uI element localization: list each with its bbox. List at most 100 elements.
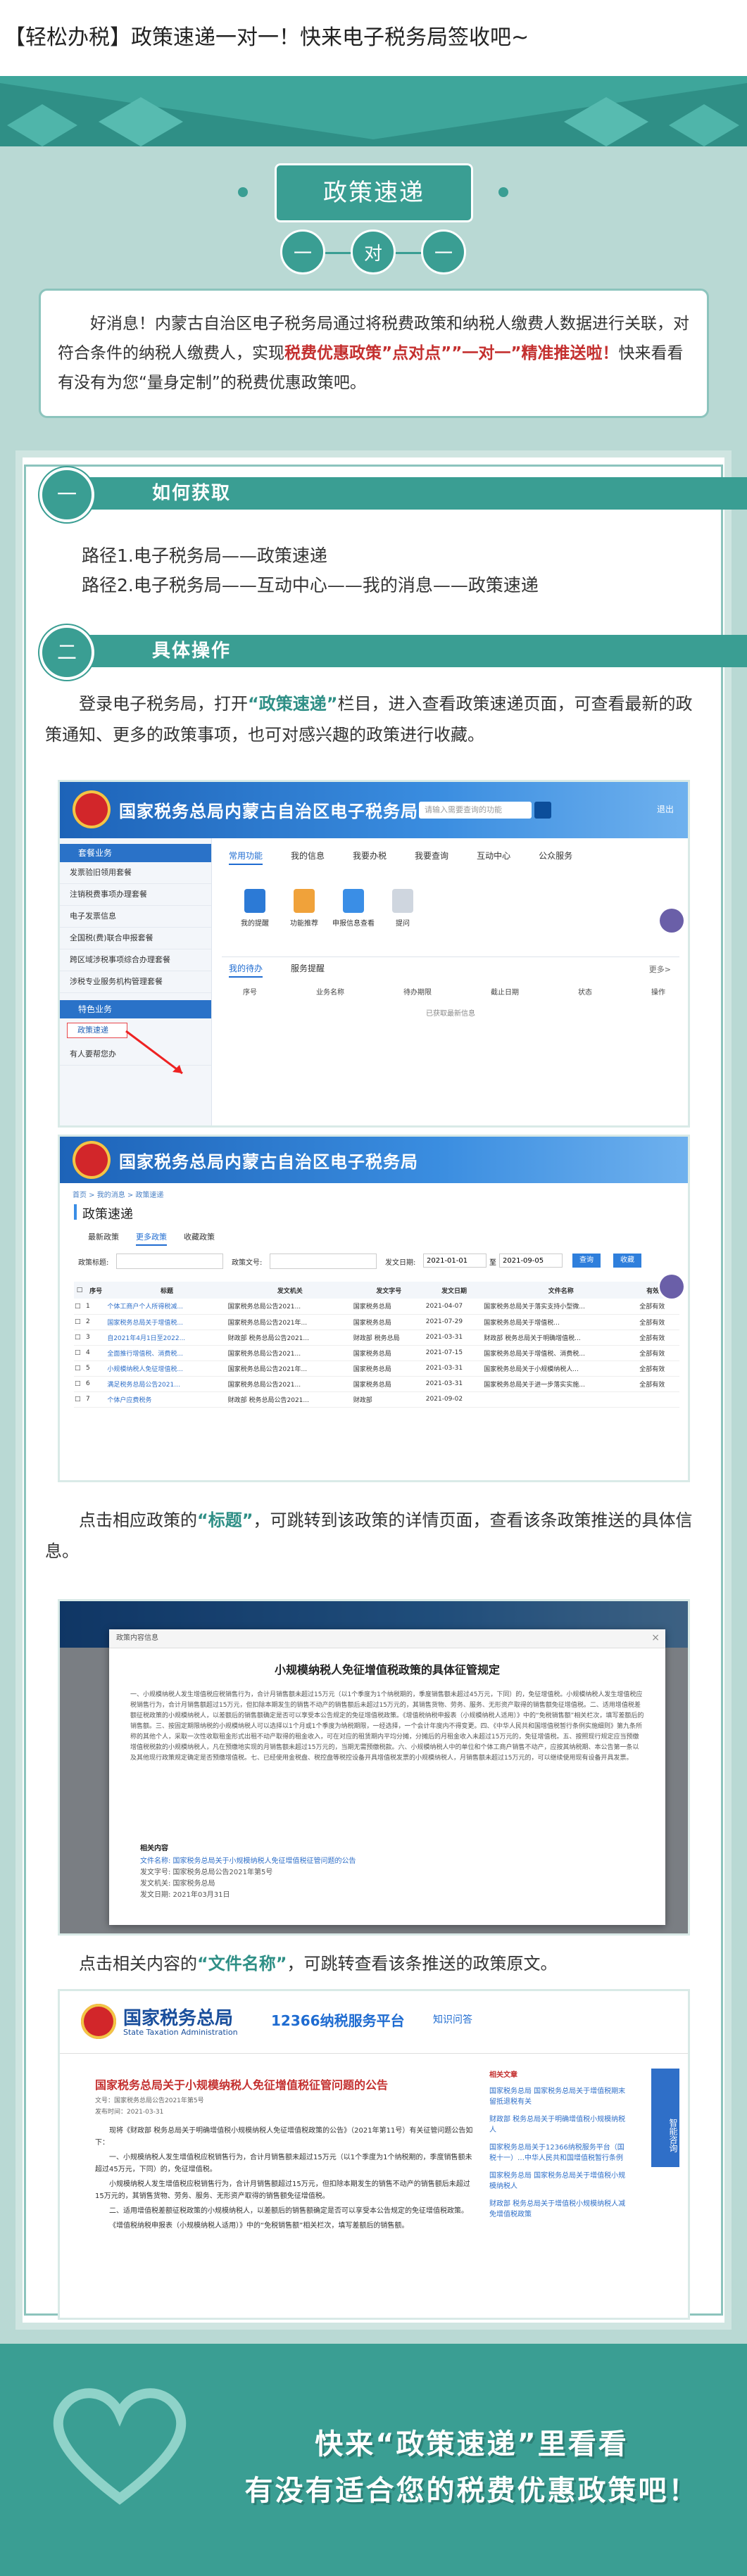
intro-highlight: 税费优惠政策”点对点””一对一”精准推送啦！ (284, 344, 619, 362)
related-link[interactable]: 国家税务总局 国家税务总局关于增值税小规模纳税人 (489, 2169, 630, 2190)
row-checkbox[interactable]: □ (74, 1391, 85, 1407)
filter-label-date: 发文日期: (385, 1259, 416, 1267)
table-row[interactable]: □ 4 全面推行增值税、消费税... 国家税务总局公告2021... 国家税务总局 202… (74, 1345, 679, 1360)
close-icon[interactable]: × (651, 1632, 660, 1643)
col-header: 序号 (89, 1287, 103, 1295)
tab-latest[interactable]: 最新政策 (88, 1232, 119, 1242)
favorite-button[interactable]: 收藏 (613, 1254, 641, 1268)
table-cell[interactable]: 全面推行增值税、消费税... (106, 1345, 227, 1360)
table-row[interactable]: □ 6 满足税务总局公告2021... 国家税务总局公告2021... 国家税务总局 20… (74, 1376, 679, 1391)
policy-number-input[interactable] (270, 1254, 377, 1269)
meta-org: 发文机关: 国家税务总局 (140, 1880, 215, 1888)
tab-common[interactable]: 常用功能 (229, 851, 263, 865)
policy-title-input[interactable] (116, 1254, 223, 1269)
table-cell: 国家税务总局关于进一步落实实施... (484, 1381, 585, 1389)
row-checkbox[interactable]: □ (74, 1299, 85, 1314)
p1-text-a: 登录电子税务局，打开 (79, 694, 248, 714)
col-header: 文件名称 (548, 1287, 574, 1295)
sidebar-item[interactable]: 注销税费事项办理套餐 (60, 884, 211, 906)
sidebar-item-policy-express[interactable]: 政策速递 (67, 1023, 127, 1038)
tab-more[interactable]: 更多政策 (136, 1232, 167, 1246)
national-emblem-icon (73, 1141, 111, 1179)
tab-interact[interactable]: 互动中心 (477, 851, 510, 861)
doc-date: 发布时间：2021-03-31 (95, 2109, 164, 2116)
table-row[interactable]: □ 3 自2021年4月1日至2022... 财政部 税务总局公告2021... 财政部… (74, 1330, 679, 1345)
sidebar-item[interactable]: 发票验旧领用套餐 (60, 862, 211, 884)
related-link[interactable]: 财政部 税务总局关于增值税小规模纳税人减免增值税政策 (489, 2197, 630, 2218)
date-from-input[interactable]: 2021-01-01 (423, 1254, 487, 1268)
tab-favorites[interactable]: 收藏政策 (184, 1232, 215, 1242)
sidebar-item[interactable]: 电子发票信息 (60, 906, 211, 928)
slogan-line-1: 快来“政策速递”里看看 (315, 2428, 629, 2461)
table-cell: 国家税务总局 (353, 1303, 391, 1311)
table-cell[interactable]: 国家税务总局关于增值税... (106, 1314, 227, 1330)
table-cell[interactable]: 满足税务总局公告2021... (106, 1376, 227, 1391)
related-link[interactable]: 国家税务总局关于12366纳税服务平台（国税十一）…中华人民共和国增值税暂行条例 (489, 2141, 630, 2162)
table-cell (639, 1391, 679, 1407)
declare-info-icon[interactable] (343, 889, 364, 913)
row-checkbox[interactable]: □ (74, 1360, 85, 1376)
sidebar-item[interactable]: 全国税(费)联合申报套餐 (60, 928, 211, 949)
table-cell[interactable]: 个体工商户个人所得税减... (106, 1299, 227, 1314)
row-checkbox[interactable]: □ (74, 1314, 85, 1330)
tab-query[interactable]: 我要查询 (415, 851, 448, 861)
paragraph-2: 点击相应政策的“标题”，可跳转到该政策的详情页面，查看该条政策推送的具体信息。 (45, 1505, 707, 1567)
reminder-bell-icon[interactable] (244, 889, 265, 913)
checkbox-col[interactable]: □ (74, 1282, 85, 1299)
more-link[interactable]: 更多> (649, 964, 671, 975)
table-cell: 全部有效 (639, 1350, 665, 1358)
float-assistant-icon[interactable] (660, 909, 684, 933)
row-checkbox[interactable]: □ (74, 1345, 85, 1360)
table-row[interactable]: □ 1 个体工商户个人所得税减... 国家税务总局公告2021... 国家税务总局 202… (74, 1299, 679, 1314)
table-cell: 5 (85, 1365, 90, 1372)
recommend-icon[interactable] (294, 889, 315, 913)
tab-todo[interactable]: 我的待办 (229, 964, 263, 978)
table-cell: 2021-03-31 (425, 1380, 463, 1387)
sidebar-title-special: 特色业务 (60, 1000, 211, 1018)
smart-consult-button[interactable]: 智能咨询 (651, 2069, 679, 2167)
related-link[interactable]: 财政部 税务总局关于明确增值税小规模纳税人 (489, 2113, 630, 2134)
date-to-input[interactable]: 2021-09-05 (499, 1254, 563, 1268)
table-cell[interactable]: 自2021年4月1日至2022... (106, 1330, 227, 1345)
etax-search-input[interactable]: 请输入需要查询的功能 (419, 802, 532, 819)
tab-my-info[interactable]: 我的信息 (291, 851, 325, 861)
table-row[interactable]: □ 7 个体户应费税务 财政部 税务总局公告2021... 财政部 2021-09-02 (74, 1391, 679, 1407)
search-icon[interactable] (534, 802, 551, 819)
row-checkbox[interactable]: □ (74, 1376, 85, 1391)
question-icon[interactable] (392, 889, 413, 913)
meta-file-name[interactable]: 文件名称: 国家税务总局关于小规模纳税人免征增值税征管问题的公告 (140, 1855, 356, 1865)
heart-icon (53, 2388, 187, 2505)
table-cell: 4 (85, 1349, 90, 1356)
tab-public[interactable]: 公众服务 (539, 851, 572, 861)
row-checkbox[interactable]: □ (74, 1330, 85, 1345)
sidebar-item[interactable]: 跨区域涉税事项综合办理套餐 (60, 949, 211, 971)
related-link[interactable]: 国家税务总局 国家税务总局关于增值税期末留抵退税有关 (489, 2085, 630, 2106)
date-separator: 至 (489, 1259, 496, 1267)
search-button[interactable]: 查询 (572, 1254, 601, 1268)
sidebar-title-package: 套餐业务 (60, 844, 211, 862)
tab-tax[interactable]: 我要办税 (353, 851, 387, 861)
table-header-row: □ 序号 标题 发文机关 发文字号 发文日期 文件名称 有效状态 (74, 1282, 679, 1299)
p1-emphasis: “政策速递” (248, 694, 338, 714)
table-cell: 2021-07-29 (425, 1318, 463, 1325)
logout-link[interactable]: 退出 (657, 803, 674, 815)
table-row[interactable]: □ 2 国家税务总局关于增值税... 国家税务总局公告2021年... 国家税务总局 20… (74, 1314, 679, 1330)
red-arrow-icon (125, 1030, 183, 1075)
table-cell[interactable]: 个体户应费税务 (106, 1391, 227, 1407)
paragraph-3: 点击相关内容的“文件名称”，可跳转查看该条推送的政策原文。 (45, 1948, 707, 1979)
sidebar-item[interactable]: 涉税专业服务机构管理套餐 (60, 971, 211, 993)
path-2: 路径2.电子税务局——互动中心——我的消息——政策速递 (82, 575, 539, 595)
table-row[interactable]: □ 5 小规模纳税人免征增值税... 国家税务总局公告2021年... 国家税务总局 20… (74, 1360, 679, 1376)
table-cell: 2021-03-31 (425, 1334, 463, 1341)
col-header: 操作 (651, 989, 665, 997)
qa-link[interactable]: 知识问答 (433, 2012, 472, 2026)
breadcrumb[interactable]: 首页 > 我的消息 > 政策速递 (73, 1189, 163, 1199)
tab-service-remind[interactable]: 服务提醒 (291, 964, 325, 973)
float-assistant-icon[interactable] (660, 1275, 684, 1299)
sta-name-cn: 国家税务总局 (123, 2008, 234, 2029)
table-cell: 全部有效 (639, 1334, 665, 1342)
table-cell[interactable]: 小规模纳税人免征增值税... (106, 1360, 227, 1376)
related-articles: 相关文章 国家税务总局 国家税务总局关于增值税期末留抵退税有关 财政部 税务总局… (489, 2069, 630, 2225)
table-cell: 7 (85, 1396, 90, 1403)
screenshot-etax-home: 国家税务总局内蒙古自治区电子税务局 请输入需要查询的功能 退出 套餐业务 发票验… (58, 780, 690, 1128)
